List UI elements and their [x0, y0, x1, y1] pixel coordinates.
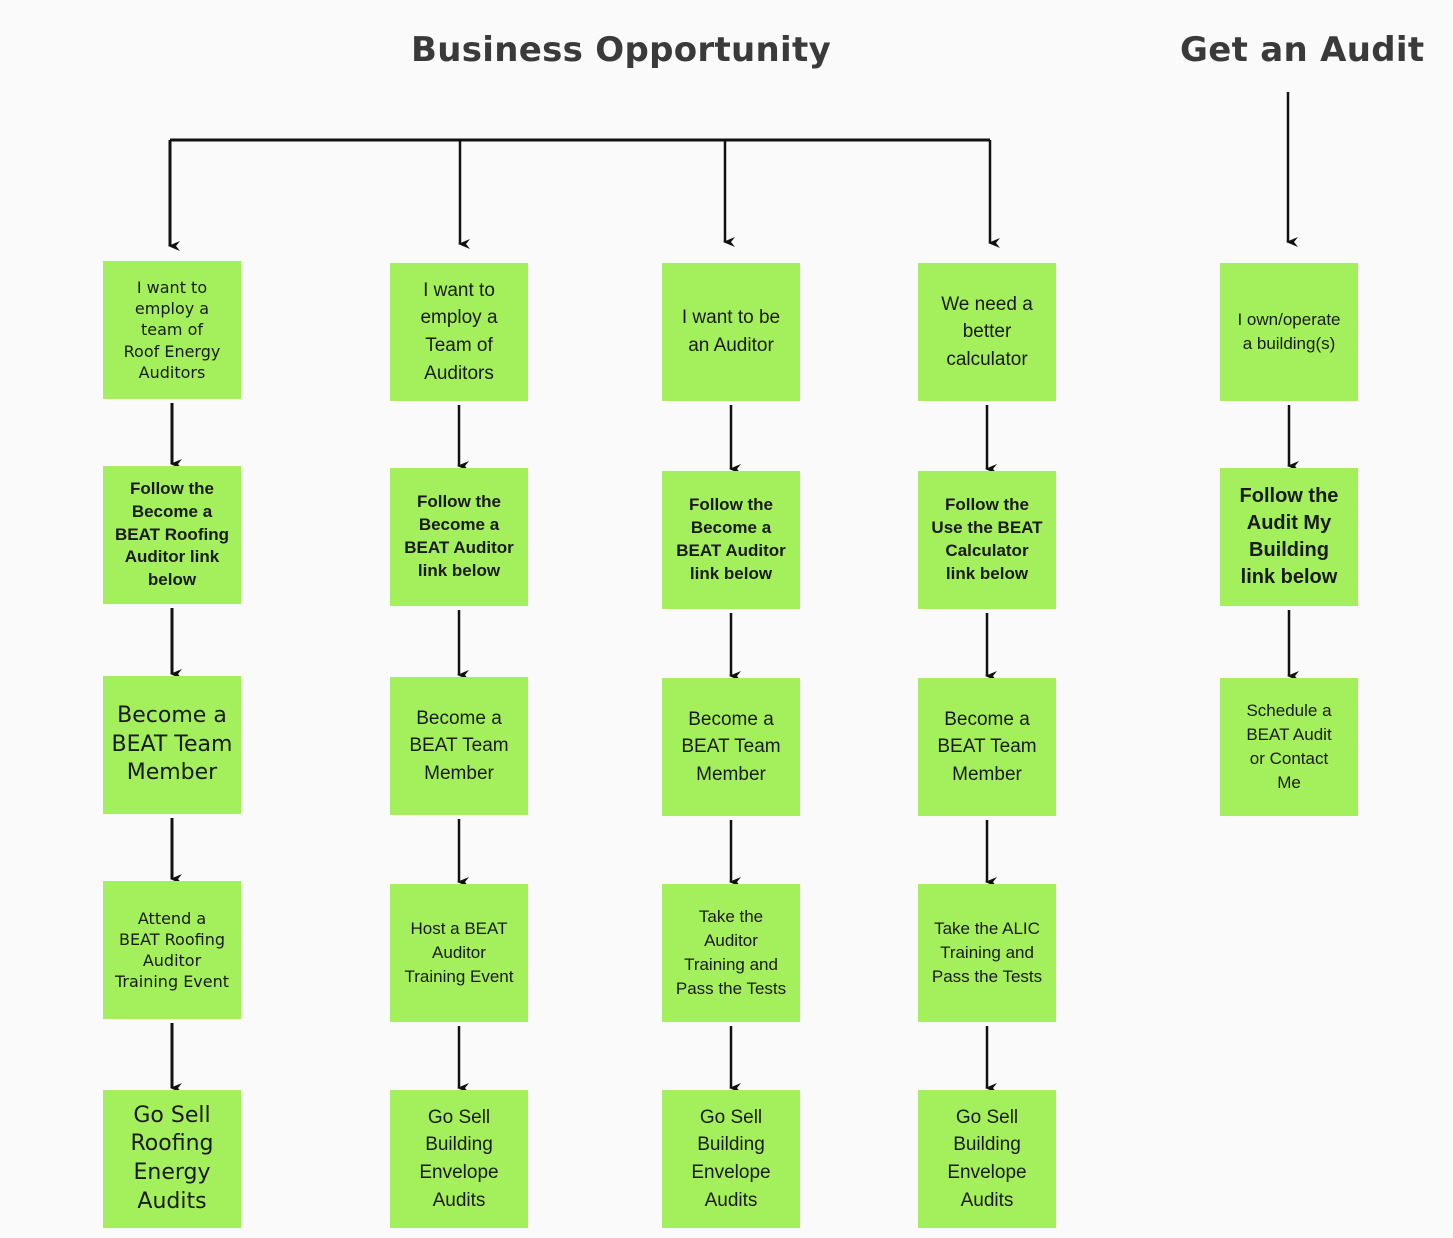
box-label: Follow the Audit My Building link below — [1239, 485, 1339, 588]
box-label: We need a better calculator — [941, 293, 1033, 370]
col3-follow-link-box: Follow the Become a BEAT Auditor link below — [662, 471, 800, 609]
box-label: I want to be an Auditor — [681, 307, 781, 356]
col3-training-box: Take the Auditor Training and Pass the Test… — [662, 884, 800, 1022]
box-label: Become a BEAT Team Member — [937, 708, 1037, 785]
col3-become-member-box: Become a BEAT Team Member — [662, 678, 800, 816]
col1-go-sell-box: Go Sell Roofing Energy Audits — [103, 1090, 241, 1228]
box-label: Take the Auditor Training and Pass the Test… — [675, 907, 787, 998]
col5-follow-link-box: Follow the Audit My Building link below — [1220, 468, 1358, 606]
box-label: Follow the Become a BEAT Roofing Auditor li… — [115, 478, 229, 590]
col5-goal-box: I own/operate a building(s) — [1220, 263, 1358, 401]
box-label: Become a BEAT Team Member — [681, 708, 781, 785]
box-label: Follow the Become a BEAT Auditor link below — [676, 495, 786, 583]
col1-goal-box: I want to employ a team of Roof Energy Audit… — [103, 261, 241, 399]
box-label: Attend a BEAT Roofing Auditor Training Even… — [114, 908, 230, 992]
box-label: Become a BEAT Team Member — [111, 703, 233, 786]
col1-follow-link-box: Follow the Become a BEAT Roofing Auditor li… — [103, 466, 241, 604]
box-label: I want to employ a Team of Auditors — [420, 279, 498, 384]
box-label: Schedule a BEAT Audit or Contact Me — [1246, 701, 1332, 792]
box-label: I want to employ a team of Roof Energy Audit… — [123, 278, 221, 382]
col3-go-sell-box: Go Sell Building Envelope Audits — [662, 1090, 800, 1228]
col1-become-member-box: Become a BEAT Team Member — [103, 676, 241, 814]
col5-schedule-audit-box: Schedule a BEAT Audit or Contact Me — [1220, 678, 1358, 816]
box-label: Become a BEAT Team Member — [409, 707, 509, 784]
col1-training-box: Attend a BEAT Roofing Auditor Training Even… — [103, 881, 241, 1019]
col4-become-member-box: Become a BEAT Team Member — [918, 678, 1056, 816]
col4-follow-link-box: Follow the Use the BEAT Calculator link bel… — [918, 471, 1056, 609]
col4-goal-box: We need a better calculator — [918, 263, 1056, 401]
col2-follow-link-box: Follow the Become a BEAT Auditor link below — [390, 468, 528, 606]
box-label: Go Sell Building Envelope Audits — [947, 1106, 1027, 1211]
box-label: Follow the Use the BEAT Calculator link bel… — [931, 495, 1043, 583]
box-label: I own/operate a building(s) — [1237, 310, 1341, 353]
col2-become-member-box: Become a BEAT Team Member — [390, 677, 528, 815]
col4-training-box: Take the ALIC Training and Pass the Tests — [918, 884, 1056, 1022]
col2-training-box: Host a BEAT Auditor Training Event — [390, 884, 528, 1022]
col2-goal-box: I want to employ a Team of Auditors — [390, 263, 528, 401]
box-label: Go Sell Building Envelope Audits — [691, 1106, 771, 1211]
box-label: Go Sell Building Envelope Audits — [419, 1106, 499, 1211]
box-label: Go Sell Roofing Energy Audits — [130, 1102, 214, 1214]
box-label: Host a BEAT Auditor Training Event — [404, 919, 514, 986]
col4-go-sell-box: Go Sell Building Envelope Audits — [918, 1090, 1056, 1228]
connector-lines — [168, 92, 1299, 1093]
col2-go-sell-box: Go Sell Building Envelope Audits — [390, 1090, 528, 1228]
col3-goal-box: I want to be an Auditor — [662, 263, 800, 401]
box-label: Follow the Become a BEAT Auditor link below — [404, 492, 514, 580]
box-label: Take the ALIC Training and Pass the Tests — [931, 919, 1043, 986]
